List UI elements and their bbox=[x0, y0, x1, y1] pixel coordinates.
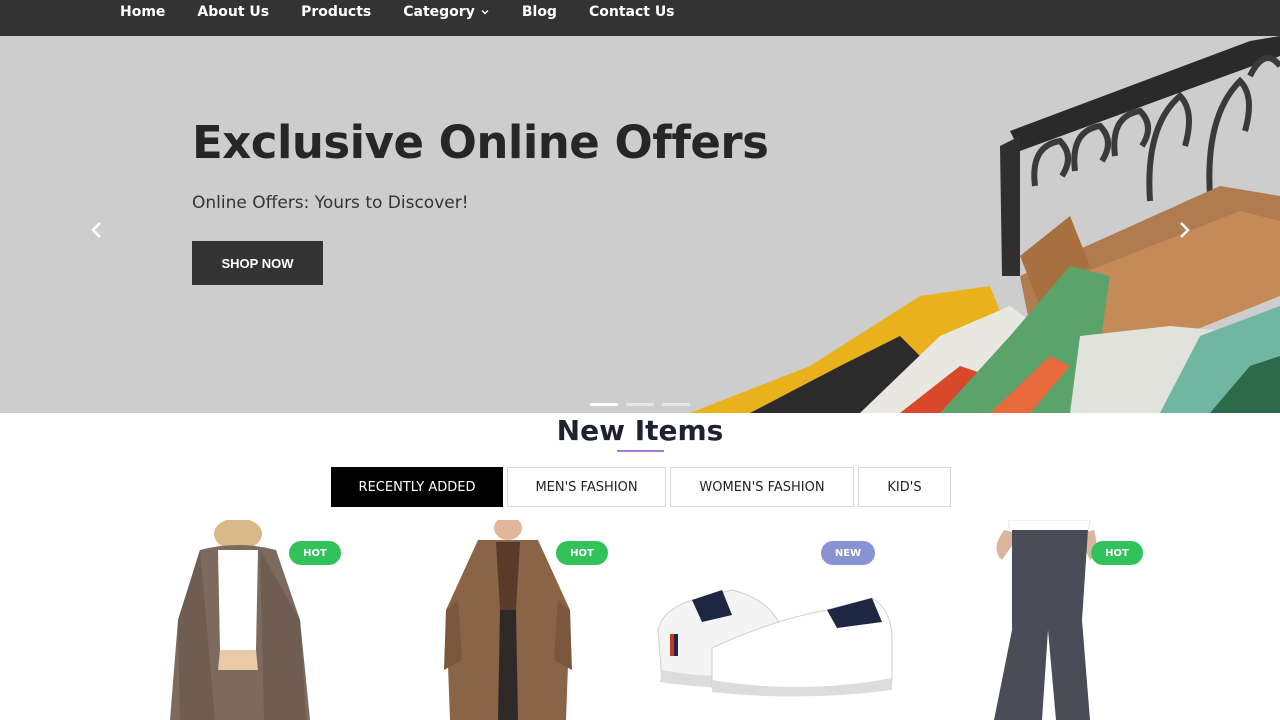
hero-subtitle: Online Offers: Yours to Discover! bbox=[192, 193, 469, 213]
product-card[interactable]: NEW bbox=[652, 520, 893, 720]
chevron-left-icon[interactable] bbox=[86, 218, 106, 242]
tab-mens-fashion[interactable]: MEN'S FASHION bbox=[507, 467, 666, 507]
nav-blog-link[interactable]: Blog bbox=[522, 4, 557, 20]
nav-contact-link[interactable]: Contact Us bbox=[589, 4, 675, 20]
product-card[interactable]: HOT bbox=[438, 520, 618, 720]
slider-pagination bbox=[590, 403, 690, 406]
hot-badge: HOT bbox=[289, 541, 341, 565]
heading-underline bbox=[617, 450, 664, 452]
sneakers-image bbox=[657, 589, 893, 697]
product-card[interactable]: HOT bbox=[990, 520, 1150, 720]
category-tabs: RECENTLY ADDED MEN'S FASHION WOMEN'S FAS… bbox=[331, 467, 951, 507]
new-badge: NEW bbox=[821, 541, 875, 565]
hero-slider: Exclusive Online Offers Online Offers: Y… bbox=[0, 36, 1280, 413]
tab-recently-added[interactable]: RECENTLY ADDED bbox=[331, 467, 503, 507]
slider-dot-2[interactable] bbox=[626, 403, 654, 406]
nav-category-label: Category bbox=[403, 4, 475, 20]
tab-womens-fashion[interactable]: WOMEN'S FASHION bbox=[670, 467, 854, 507]
nav-about-link[interactable]: About Us bbox=[197, 4, 269, 20]
tab-kids[interactable]: KID'S bbox=[858, 467, 951, 507]
slider-dot-1[interactable] bbox=[590, 403, 618, 406]
product-card[interactable]: HOT bbox=[160, 520, 350, 720]
nav-home-link[interactable]: Home bbox=[120, 4, 165, 20]
hero-title: Exclusive Online Offers bbox=[192, 116, 769, 169]
new-items-heading: New Items bbox=[556, 414, 724, 447]
hot-badge: HOT bbox=[1091, 541, 1143, 565]
nav-products-link[interactable]: Products bbox=[301, 4, 371, 20]
nav-menu: Home About Us Products Category Blog Con… bbox=[120, 0, 707, 24]
nav-category-dropdown[interactable]: Category bbox=[403, 4, 490, 20]
slider-dot-3[interactable] bbox=[662, 403, 690, 406]
flare-pants-image bbox=[994, 520, 1097, 720]
chevron-down-icon bbox=[481, 10, 489, 15]
shop-now-button[interactable]: SHOP NOW bbox=[192, 241, 323, 285]
chevron-right-icon[interactable] bbox=[1175, 218, 1195, 242]
hot-badge: HOT bbox=[556, 541, 608, 565]
top-navigation-bar: Home About Us Products Category Blog Con… bbox=[0, 0, 1280, 36]
